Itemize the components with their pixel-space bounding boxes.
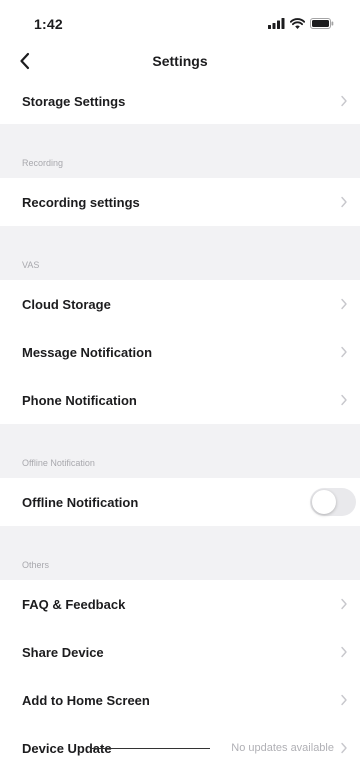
row-label: Phone Notification bbox=[22, 392, 137, 408]
section-title: Recording bbox=[22, 158, 64, 168]
offline-notification-toggle[interactable] bbox=[310, 488, 356, 516]
section-title: Others bbox=[22, 560, 50, 570]
section-header-offline-notification: Offline Notification bbox=[0, 424, 360, 478]
section-title: VAS bbox=[22, 260, 40, 270]
chevron-right-icon bbox=[341, 95, 347, 107]
offline-notification-row: Offline Notification bbox=[0, 478, 360, 526]
page-title: Settings bbox=[152, 53, 208, 69]
storage-settings-row[interactable]: Storage Settings bbox=[0, 78, 360, 124]
phone-notification-row[interactable]: Phone Notification bbox=[0, 376, 360, 424]
message-notification-row[interactable]: Message Notification bbox=[0, 328, 360, 376]
status-bar: 1:42 bbox=[0, 0, 360, 44]
cloud-storage-row[interactable]: Cloud Storage bbox=[0, 280, 360, 328]
row-label: Offline Notification bbox=[22, 494, 139, 510]
row-label: FAQ & Feedback bbox=[22, 596, 126, 612]
signal-icon bbox=[268, 18, 285, 29]
chevron-right-icon bbox=[341, 646, 347, 658]
nav-bar: Settings bbox=[0, 44, 360, 78]
faq-feedback-row[interactable]: FAQ & Feedback bbox=[0, 580, 360, 628]
recording-settings-row[interactable]: Recording settings bbox=[0, 178, 360, 226]
chevron-right-icon bbox=[341, 742, 347, 754]
chevron-right-icon bbox=[341, 346, 347, 358]
row-label: Cloud Storage bbox=[22, 296, 111, 312]
chevron-right-icon bbox=[341, 196, 347, 208]
add-to-home-screen-row[interactable]: Add to Home Screen bbox=[0, 676, 360, 724]
chevron-right-icon bbox=[341, 298, 347, 310]
share-device-row[interactable]: Share Device bbox=[0, 628, 360, 676]
section-header-vas: VAS bbox=[0, 226, 360, 280]
device-update-status: No updates available bbox=[231, 742, 334, 754]
chevron-right-icon bbox=[341, 694, 347, 706]
chevron-right-icon bbox=[341, 598, 347, 610]
chevron-right-icon bbox=[341, 394, 347, 406]
row-label: Message Notification bbox=[22, 344, 153, 360]
section-header-recording: Recording bbox=[0, 124, 360, 178]
section-title: Offline Notification bbox=[22, 458, 95, 468]
section-header-others: Others bbox=[0, 526, 360, 580]
row-label: Recording settings bbox=[22, 194, 140, 210]
device-update-row[interactable]: Device Update No updates available bbox=[0, 724, 360, 772]
row-label: Storage Settings bbox=[22, 93, 126, 109]
row-label: Share Device bbox=[22, 644, 104, 660]
settings-list: Storage Settings Recording Recording set… bbox=[0, 78, 360, 772]
status-icons bbox=[268, 18, 334, 29]
status-time: 1:42 bbox=[34, 16, 63, 32]
wifi-icon bbox=[290, 18, 305, 29]
divider bbox=[92, 748, 210, 749]
battery-icon bbox=[310, 18, 334, 29]
toggle-knob bbox=[312, 490, 336, 514]
row-label: Add to Home Screen bbox=[22, 692, 150, 708]
